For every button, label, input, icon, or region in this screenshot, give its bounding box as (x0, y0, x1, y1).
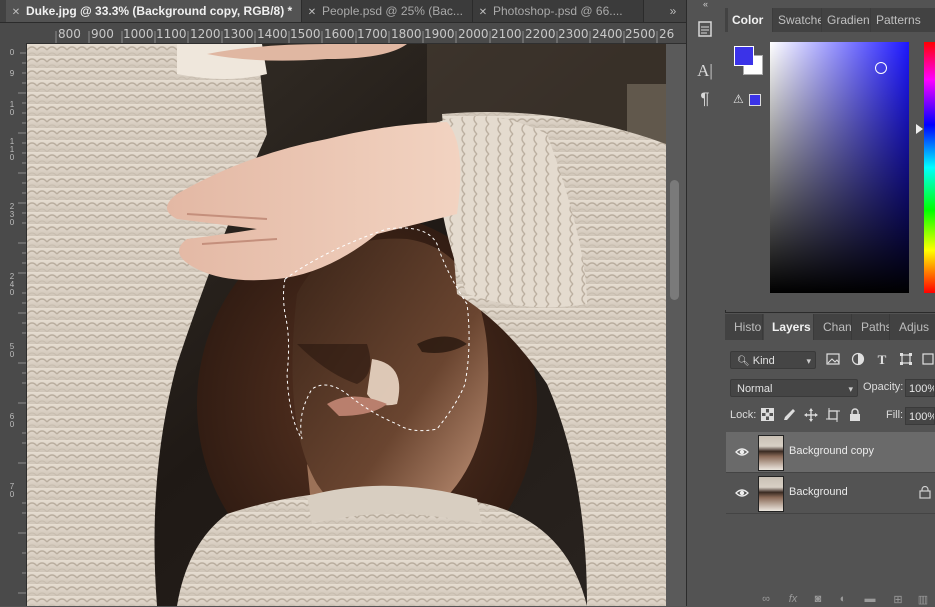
websafe-color-swatch[interactable] (749, 94, 761, 106)
layer-name[interactable]: Background copy (789, 445, 874, 457)
layer-filter-dropdown[interactable]: 🔍︎ Kind ▾ (730, 351, 816, 369)
trash-icon[interactable]: ▥ (916, 593, 930, 606)
visibility-eye-icon[interactable] (735, 486, 749, 500)
ruler-left-ticks (18, 52, 26, 594)
doc-tab-label: Duke.jpg @ 33.3% (Background copy, RGB/8… (26, 4, 293, 18)
blend-mode-dropdown[interactable]: Normal ▾ (730, 379, 858, 397)
layer-thumbnail (758, 435, 784, 471)
character-icon[interactable]: A| (695, 61, 715, 81)
lock-transparent-pixels-icon[interactable] (759, 408, 775, 424)
doc-tab-label: Photoshop-.psd @ 66.... (493, 4, 623, 18)
tab-adjustments[interactable]: Adjus (891, 314, 935, 340)
opacity-label: Opacity: (863, 381, 904, 393)
link-layers-icon[interactable]: ∞ (759, 593, 773, 605)
ruler-corner[interactable] (0, 23, 27, 44)
lock-all-icon[interactable] (847, 408, 863, 424)
hue-slider-marker[interactable] (916, 124, 923, 134)
lock-image-pixels-icon[interactable] (781, 408, 797, 424)
layer-mask-icon[interactable]: ◙ (811, 593, 825, 605)
blend-mode-label: Normal (737, 383, 773, 395)
group-folder-icon[interactable]: ▬ (863, 593, 877, 605)
close-icon[interactable]: ✕ (302, 2, 322, 22)
type-filter-icon[interactable]: T (874, 352, 890, 368)
tab-layers[interactable]: Layers (764, 314, 814, 340)
search-icon: 🔍︎ (737, 356, 750, 367)
adjustment-filter-icon[interactable] (850, 352, 866, 368)
paragraph-icon[interactable]: ¶ (695, 89, 715, 109)
doc-tab-people[interactable]: ✕ People.psd @ 25% (Bac... (302, 0, 473, 22)
tab-paths[interactable]: Paths (853, 314, 890, 340)
lock-artboard-icon[interactable] (825, 408, 841, 424)
chevron-down-icon: ▾ (806, 356, 811, 366)
foreground-color-swatch[interactable] (734, 46, 754, 66)
layer-name[interactable]: Background (789, 486, 848, 498)
doc-tab-label: People.psd @ 25% (Bac... (322, 4, 463, 18)
lock-icon[interactable] (919, 485, 931, 502)
tab-color[interactable]: Color (728, 8, 773, 32)
filter-kind-label: Kind (752, 355, 775, 367)
visibility-eye-icon[interactable] (735, 445, 749, 459)
doc-tab-duke[interactable]: ✕ Duke.jpg @ 33.3% (Background copy, RGB/… (6, 0, 302, 22)
ruler-top-ticks (55, 31, 658, 43)
collapse-icon[interactable]: « (703, 0, 719, 9)
scrollbar-thumb[interactable] (670, 180, 679, 300)
tab-overflow-icon[interactable]: » (660, 0, 686, 22)
document-canvas[interactable] (27, 44, 666, 606)
lock-label: Lock: (730, 409, 757, 421)
fill-label: Fill: (886, 409, 904, 421)
tab-patterns[interactable]: Patterns (872, 8, 935, 32)
document-scrollbar[interactable] (666, 44, 686, 606)
layer-row-background[interactable]: Background (726, 473, 935, 514)
layer-row-background-copy[interactable]: Background copy (726, 432, 935, 473)
layer-thumbnail (758, 476, 784, 512)
close-icon[interactable]: ✕ (473, 2, 493, 22)
image-filter-icon[interactable] (825, 352, 841, 368)
shape-filter-icon[interactable] (898, 352, 914, 368)
smart-object-filter-icon[interactable] (920, 352, 935, 368)
adjustment-layer-icon[interactable]: ◐ (836, 593, 850, 605)
hue-slider[interactable] (924, 42, 935, 293)
close-icon[interactable]: ✕ (6, 2, 26, 22)
tab-history[interactable]: Histo (726, 314, 763, 340)
photo-image (27, 44, 666, 606)
color-picker-cursor[interactable] (875, 62, 887, 74)
opacity-input[interactable]: 100% (905, 379, 935, 397)
tab-swatches[interactable]: Swatche (774, 8, 822, 32)
tab-channels[interactable]: Chan (815, 314, 852, 340)
layer-style-icon[interactable]: fx (786, 593, 800, 605)
panel-icon[interactable] (695, 20, 715, 40)
new-layer-icon[interactable]: ⊞ (891, 593, 905, 606)
tab-gradients[interactable]: Gradien (823, 8, 871, 32)
fill-input[interactable]: 100% (905, 407, 935, 425)
doc-tab-photoshop[interactable]: ✕ Photoshop-.psd @ 66.... (473, 0, 644, 22)
gamut-warning-icon[interactable]: ⚠ (733, 92, 744, 106)
chevron-down-icon: ▾ (848, 384, 853, 394)
layers-footer: ∞ fx ◙ ◐ ▬ ⊞ ▥ (726, 593, 935, 606)
lock-position-icon[interactable] (803, 408, 819, 424)
color-picker-field[interactable] (770, 42, 909, 293)
